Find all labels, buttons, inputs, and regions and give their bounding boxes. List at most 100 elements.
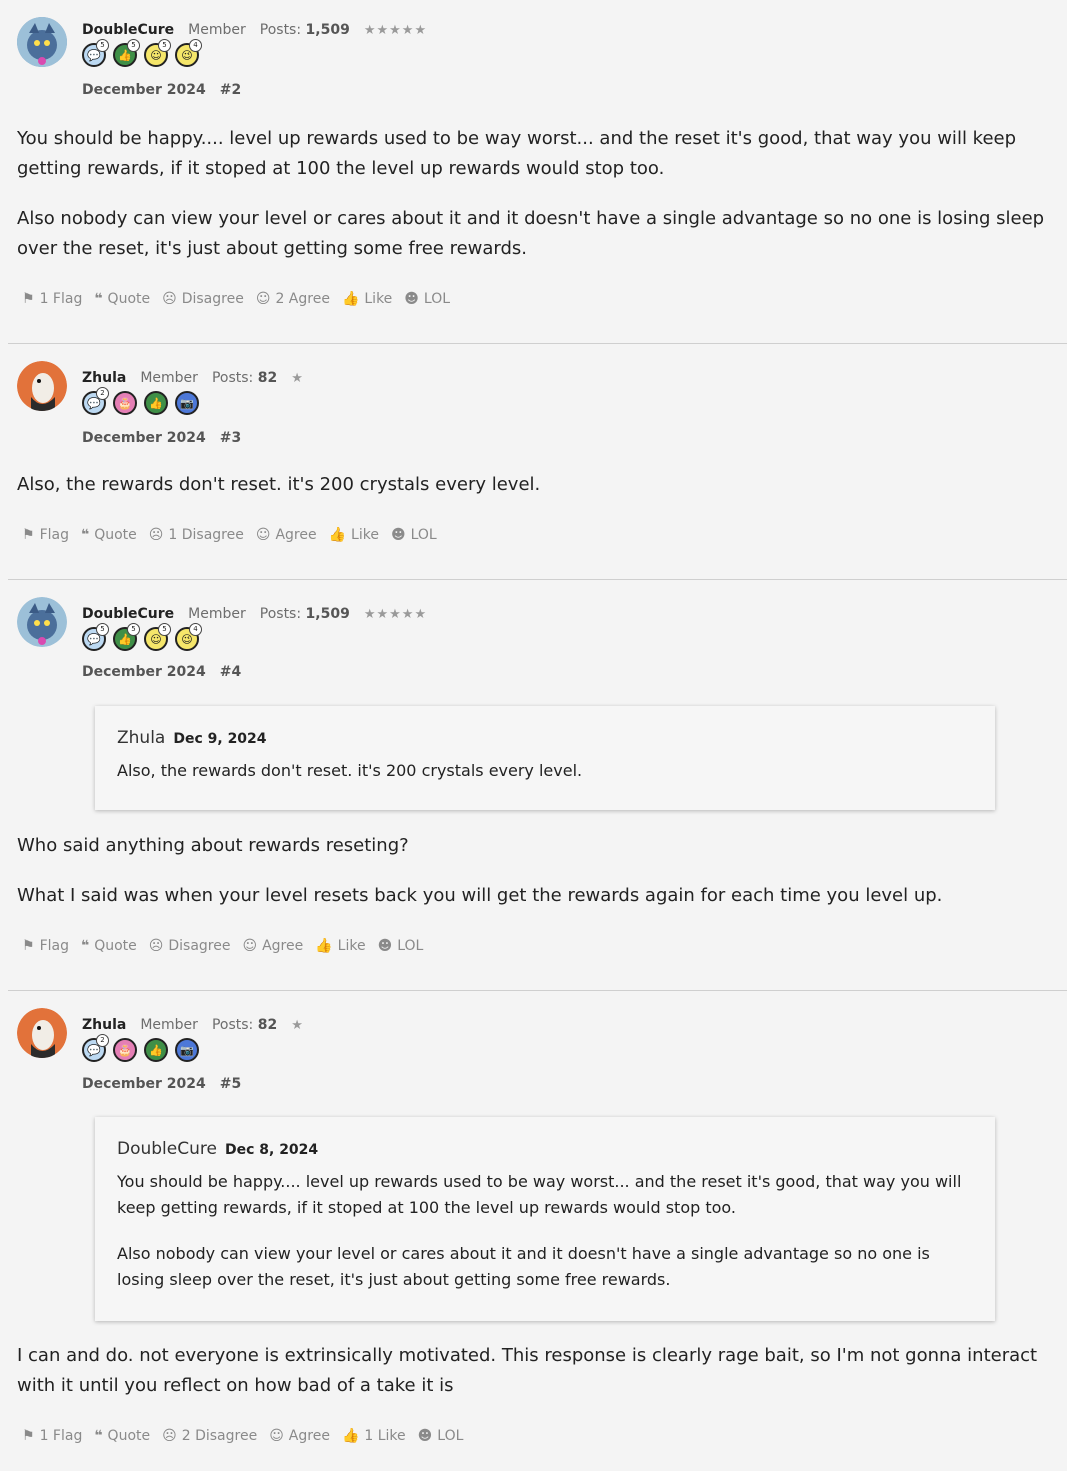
smile-icon: ☺ (269, 1428, 284, 1444)
flag-button[interactable]: ⚑ 1 Flag (22, 291, 82, 307)
flag-button[interactable]: ⚑ Flag (22, 938, 69, 954)
lol-button[interactable]: ☻ LOL (391, 527, 437, 543)
quote-icon: ❝ (80, 938, 90, 954)
thumbs-up-icon: 👍 (341, 1428, 360, 1444)
like-button[interactable]: 👍 1 Like (342, 1428, 406, 1444)
laugh-icon: ☻ (390, 527, 406, 543)
avatar[interactable] (17, 361, 67, 411)
quote-date[interactable]: Dec 8, 2024 (225, 1142, 318, 1158)
thumbs-up-icon[interactable]: 👍 (144, 391, 168, 415)
wink-icon[interactable]: 😉 4 (175, 39, 202, 67)
post-date[interactable]: December 2024 #5 (82, 1076, 241, 1092)
quote-button[interactable]: ❝ Quote (94, 1428, 150, 1444)
post-count: Posts: 1,509 (259, 606, 350, 622)
username[interactable]: Zhula (82, 1017, 126, 1033)
username[interactable]: DoubleCure (82, 22, 174, 38)
quote-icon: ❝ (94, 291, 103, 307)
flag-icon: ⚑ (22, 527, 35, 543)
post-number: #2 (219, 82, 242, 98)
wink-icon[interactable]: 😉 4 (175, 623, 202, 651)
laugh-icon: ☻ (404, 291, 419, 307)
badge-row: 💬 2 🎂 👍 📷 (82, 1034, 199, 1062)
post-number: #3 (219, 430, 242, 446)
thumbs-up-icon: 👍 (341, 291, 360, 307)
lol-button[interactable]: ☻ LOL (378, 938, 424, 954)
speech-bubble-icon[interactable]: 💬 2 (82, 1034, 109, 1062)
cake-icon[interactable]: 🎂 (113, 1038, 137, 1062)
user-role: Member (140, 370, 198, 386)
quote-paragraph: Also nobody can view your level or cares… (117, 1244, 930, 1289)
laugh-icon: ☻ (417, 1428, 433, 1444)
speech-bubble-icon[interactable]: 💬 2 (82, 387, 109, 415)
post-date[interactable]: December 2024 #4 (82, 664, 241, 680)
quote-block: DoubleCure Dec 8, 2024 You should be happ… (95, 1117, 995, 1321)
quote-author[interactable]: Zhula (117, 728, 165, 748)
rank-stars: ★ (291, 1017, 304, 1033)
quote-block: Zhula Dec 9, 2024 Also, the rewards don't… (95, 706, 995, 810)
frown-icon: ☹ (162, 1428, 177, 1444)
rank-stars: ★ (291, 370, 304, 386)
lol-button[interactable]: ☻ LOL (418, 1428, 464, 1444)
agree-button[interactable]: ☺ Agree (242, 938, 303, 954)
rank-stars: ★★★★★ (363, 22, 428, 38)
speech-bubble-icon[interactable]: 💬 5 (82, 39, 109, 67)
thumbs-up-icon[interactable]: 👍 5 (113, 623, 140, 651)
quote-paragraph: You should be happy.... level up rewards… (117, 1172, 962, 1217)
quote-icon: ❝ (80, 527, 90, 543)
badge-row: 💬 5 👍 5 ☺ 5 😉 4 (82, 39, 202, 67)
post-paragraph: Also nobody can view your level or cares… (17, 208, 1045, 259)
smile-icon: ☺ (255, 527, 271, 543)
username[interactable]: DoubleCure (82, 606, 174, 622)
flag-button[interactable]: ⚑ Flag (22, 527, 69, 543)
flag-button[interactable]: ⚑ 1 Flag (22, 1428, 82, 1444)
frown-icon: ☹ (162, 291, 177, 307)
smile-icon: ☺ (255, 291, 271, 307)
quote-button[interactable]: ❝ Quote (81, 527, 137, 543)
post-paragraph: What I said was when your level resets b… (17, 885, 943, 906)
disagree-button[interactable]: ☹ 1 Disagree (149, 527, 244, 543)
rank-stars: ★★★★★ (363, 606, 428, 622)
username[interactable]: Zhula (82, 370, 126, 386)
post: DoubleCure Member Posts: 1,509 ★★★★★ 💬 5 … (8, 579, 1067, 990)
thumbs-up-icon[interactable]: 👍 (144, 1038, 168, 1062)
post-actions: ⚑ 1 Flag ❝ Quote ☹ Disagree ☺ 2 Agree 👍 Like … (22, 291, 450, 307)
quote-date[interactable]: Dec 9, 2024 (173, 731, 266, 747)
post-body: I can and do. not everyone is extrinsica… (17, 1341, 1061, 1421)
avatar[interactable] (17, 1008, 67, 1058)
quote-button[interactable]: ❝ Quote (94, 291, 150, 307)
smiley-icon[interactable]: ☺ 5 (144, 39, 171, 67)
post-number: #5 (219, 1076, 242, 1092)
avatar[interactable] (17, 17, 67, 67)
avatar-image (17, 1008, 67, 1058)
disagree-button[interactable]: ☹ Disagree (162, 291, 244, 307)
agree-button[interactable]: ☺ 2 Agree (256, 291, 330, 307)
like-button[interactable]: 👍 Like (329, 527, 379, 543)
thumbs-up-icon[interactable]: 👍 5 (113, 39, 140, 67)
cake-icon[interactable]: 🎂 (113, 391, 137, 415)
user-role: Member (188, 22, 246, 38)
disagree-button[interactable]: ☹ 2 Disagree (162, 1428, 257, 1444)
user-role: Member (188, 606, 246, 622)
agree-button[interactable]: ☺ Agree (269, 1428, 330, 1444)
avatar-image (17, 597, 67, 647)
post-actions: ⚑ Flag ❝ Quote ☹ 1 Disagree ☺ Agree 👍 Like ☻ L… (22, 527, 437, 543)
camera-icon[interactable]: 📷 (175, 391, 199, 415)
flag-icon: ⚑ (22, 938, 35, 954)
post-date[interactable]: December 2024 #3 (82, 430, 241, 446)
post: DoubleCure Member Posts: 1,509 ★★★★★ 💬 5 … (0, 0, 1067, 343)
smiley-icon[interactable]: ☺ 5 (144, 623, 171, 651)
like-button[interactable]: 👍 Like (315, 938, 365, 954)
like-button[interactable]: 👍 Like (342, 291, 392, 307)
quote-button[interactable]: ❝ Quote (81, 938, 137, 954)
agree-button[interactable]: ☺ Agree (256, 527, 317, 543)
post-date[interactable]: December 2024 #2 (82, 82, 241, 98)
lol-button[interactable]: ☻ LOL (404, 291, 450, 307)
camera-icon[interactable]: 📷 (175, 1038, 199, 1062)
post-body: Who said anything about rewards reseting… (17, 831, 1061, 931)
disagree-button[interactable]: ☹ Disagree (149, 938, 231, 954)
speech-bubble-icon[interactable]: 💬 5 (82, 623, 109, 651)
quote-author[interactable]: DoubleCure (117, 1139, 217, 1159)
avatar[interactable] (17, 597, 67, 647)
quote-header: DoubleCure Dec 8, 2024 (117, 1139, 973, 1159)
laugh-icon: ☻ (377, 938, 393, 954)
